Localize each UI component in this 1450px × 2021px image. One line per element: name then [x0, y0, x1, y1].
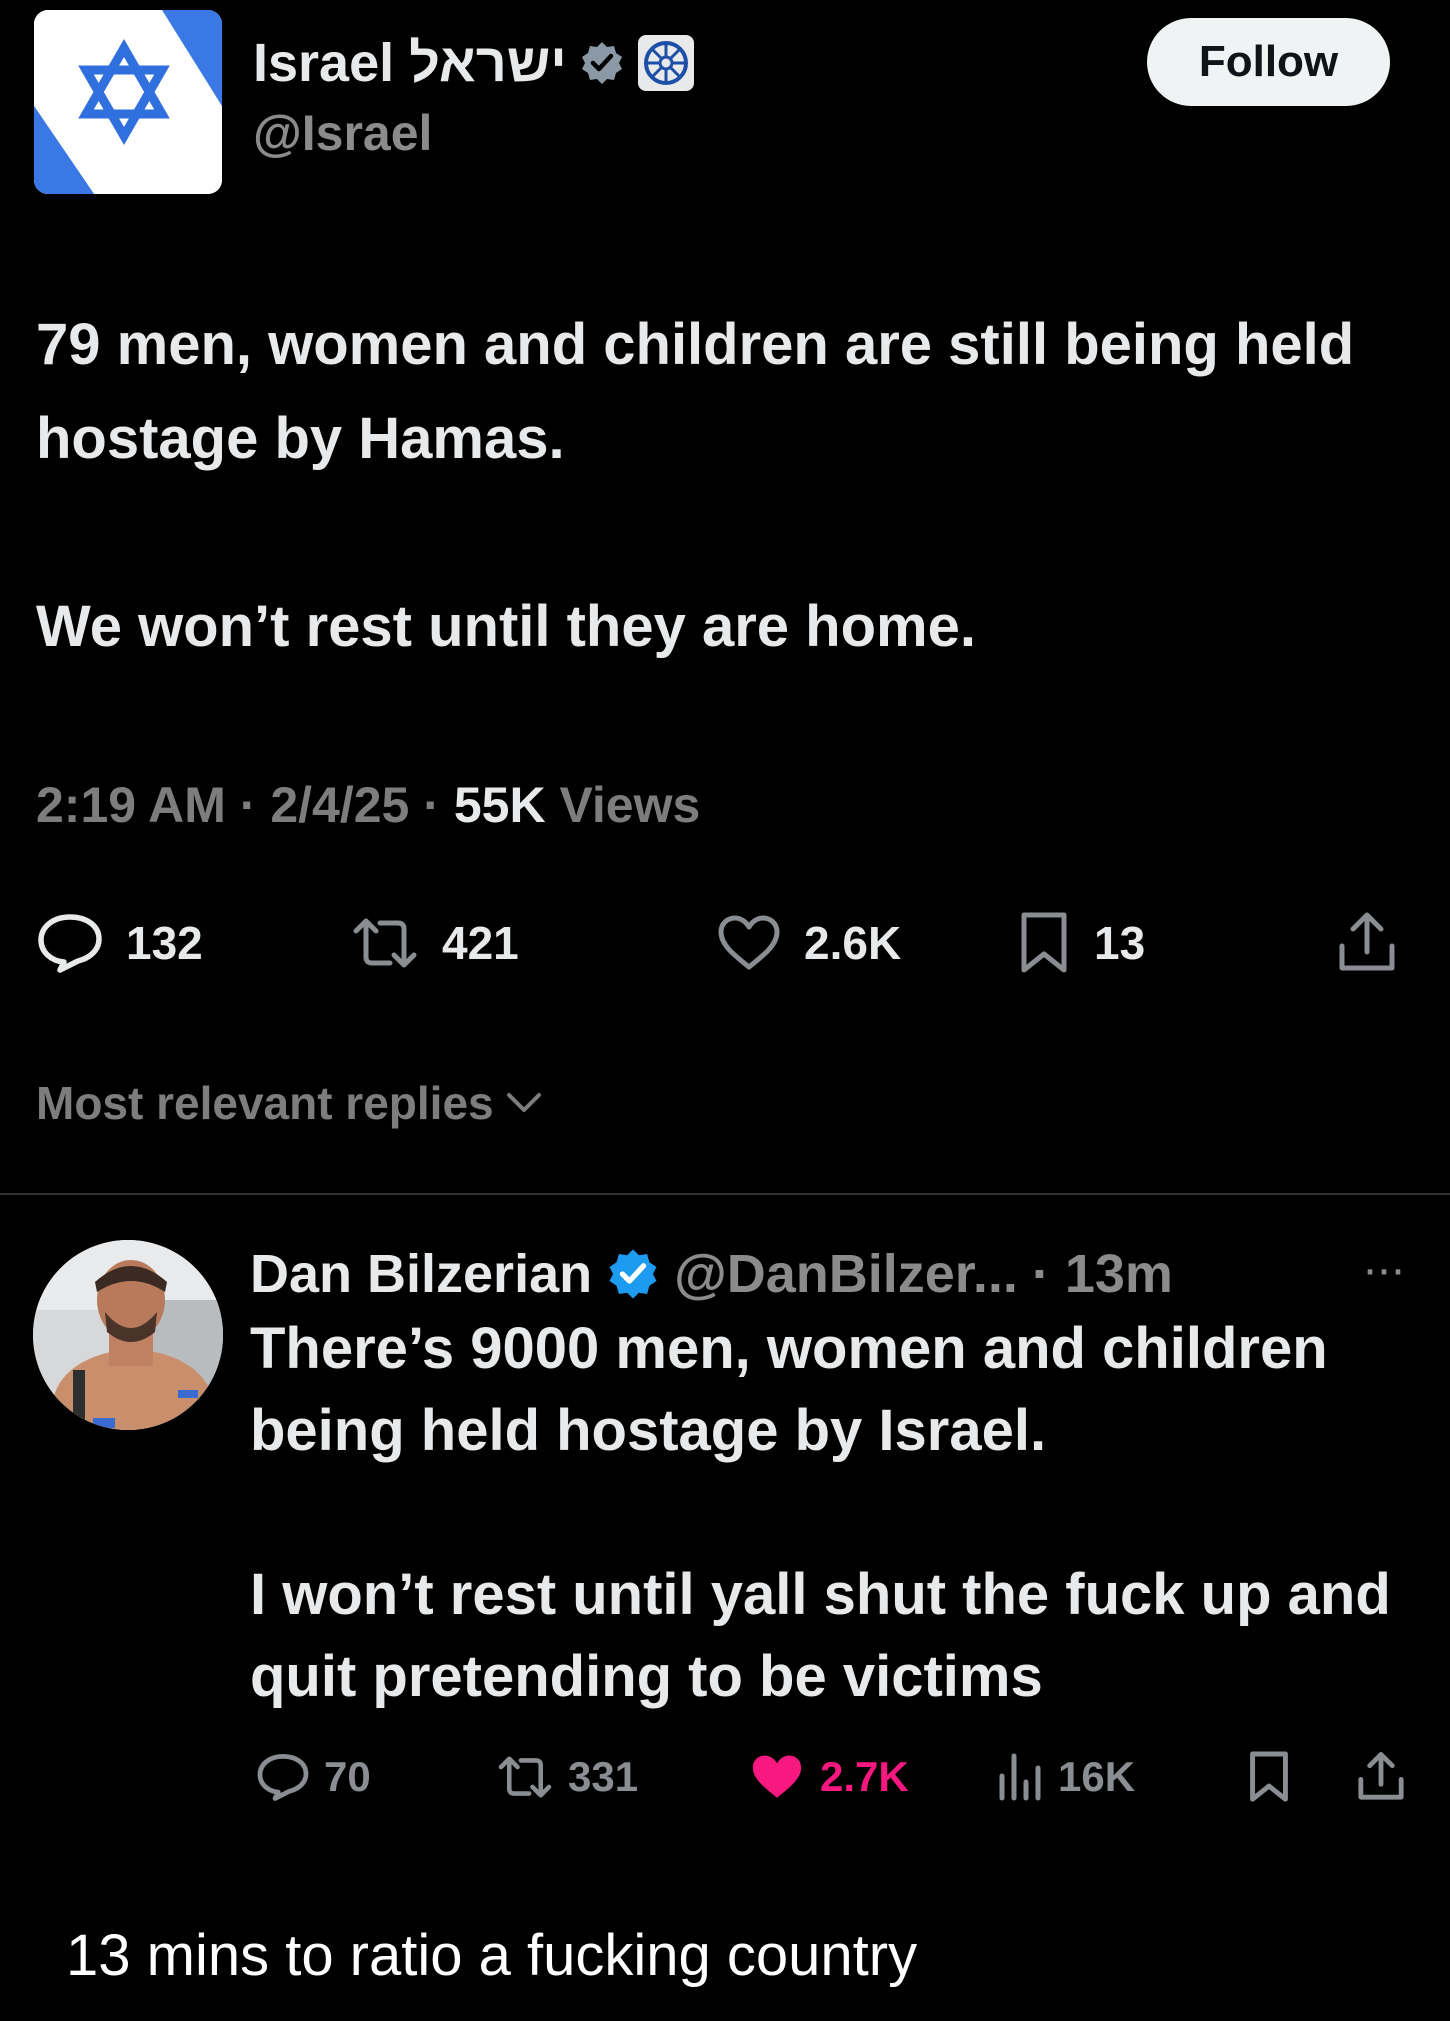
- reply-reply-count: 70: [324, 1753, 371, 1800]
- tweet-text-paragraph-1: 79 men, women and children are still bei…: [36, 312, 1355, 471]
- reply-count: 132: [126, 917, 203, 969]
- meta-separator: ·: [423, 777, 440, 833]
- retweet-action[interactable]: 421: [350, 900, 519, 986]
- share-action[interactable]: [1336, 900, 1398, 986]
- bookmark-icon: [1250, 1751, 1288, 1802]
- tweet-author-name[interactable]: Israel ישראל: [253, 32, 567, 94]
- like-action[interactable]: 2.6K: [716, 900, 901, 986]
- chevron-down-icon: [506, 1093, 541, 1112]
- star-of-david-icon: [34, 10, 222, 194]
- reply-like-count: 2.7K: [820, 1753, 909, 1800]
- reply-like-action[interactable]: 2.7K: [748, 1740, 909, 1814]
- gray-verified-badge-icon: [581, 42, 622, 84]
- reply-bubble-icon: [38, 914, 102, 973]
- share-icon: [1358, 1752, 1404, 1800]
- retweet-count: 421: [442, 917, 519, 969]
- reply-time[interactable]: · 13m: [1032, 1243, 1173, 1305]
- retweet-icon: [353, 918, 417, 968]
- reply-share-action[interactable]: [1356, 1740, 1406, 1814]
- reply-avatar[interactable]: [33, 1240, 223, 1430]
- reply-author-name[interactable]: Dan Bilzerian: [250, 1243, 592, 1305]
- reply-author-row: Dan Bilzerian @DanBilzer... · 13m: [250, 1236, 1173, 1312]
- more-options-icon[interactable]: ···: [1362, 1242, 1406, 1297]
- reply-text-paragraph-1: There’s 9000 men, women and children bei…: [250, 1316, 1328, 1463]
- heart-icon: [718, 915, 780, 970]
- person-photo-icon: [33, 1240, 223, 1430]
- reply-views-count: 16K: [1058, 1753, 1136, 1800]
- reply-retweet-action[interactable]: 331: [496, 1740, 638, 1814]
- meta-separator: ·: [239, 777, 257, 833]
- tweet-date[interactable]: 2/4/25: [270, 777, 409, 833]
- israel-flag-avatar[interactable]: [34, 10, 222, 194]
- retweet-icon: [498, 1756, 552, 1798]
- tweet-text-paragraph-2: We won’t rest until they are home.: [36, 594, 976, 659]
- bookmark-icon: [1021, 912, 1067, 973]
- caption-text: 13 mins to ratio a fucking country: [66, 1923, 918, 1988]
- reply-retweet-count: 331: [568, 1753, 639, 1800]
- share-icon: [1339, 912, 1395, 971]
- section-divider: [0, 1193, 1450, 1195]
- heart-filled-icon: [752, 1755, 802, 1798]
- tweet-text: 79 men, women and children are still bei…: [36, 298, 1396, 674]
- government-seal-icon: [637, 35, 694, 91]
- reply-text-paragraph-2: I won’t rest until yall shut the fuck up…: [250, 1562, 1391, 1709]
- blue-verified-badge-icon: [609, 1249, 657, 1299]
- reply-action[interactable]: 132: [36, 900, 203, 986]
- reply-text: There’s 9000 men, women and children bei…: [250, 1308, 1420, 1718]
- views-chart-icon: [999, 1753, 1041, 1801]
- replies-sort-label: Most relevant replies: [36, 1077, 494, 1129]
- tweet-time[interactable]: 2:19 AM: [36, 777, 226, 833]
- tweet-author-row: Israel ישראל: [253, 28, 695, 98]
- reply-bubble-icon: [257, 1753, 309, 1801]
- tweet-views-label: Views: [559, 777, 701, 833]
- tweet-meta: 2:19 AM · 2/4/25 · 55K Views: [36, 776, 700, 834]
- bookmark-count: 13: [1094, 917, 1146, 969]
- reply-reply-action[interactable]: 70: [256, 1740, 371, 1814]
- replies-sort-dropdown[interactable]: Most relevant replies: [36, 1076, 542, 1130]
- reply-bookmark-action[interactable]: [1246, 1740, 1292, 1814]
- like-count: 2.6K: [804, 917, 902, 969]
- reply-views-action[interactable]: 16K: [996, 1740, 1135, 1814]
- tweet-author-handle[interactable]: @Israel: [253, 104, 432, 162]
- bookmark-action[interactable]: 13: [1016, 900, 1145, 986]
- follow-button[interactable]: Follow: [1147, 18, 1390, 106]
- reply-author-handle[interactable]: @DanBilzer...: [674, 1243, 1018, 1305]
- tweet-views-count: 55K: [453, 777, 546, 833]
